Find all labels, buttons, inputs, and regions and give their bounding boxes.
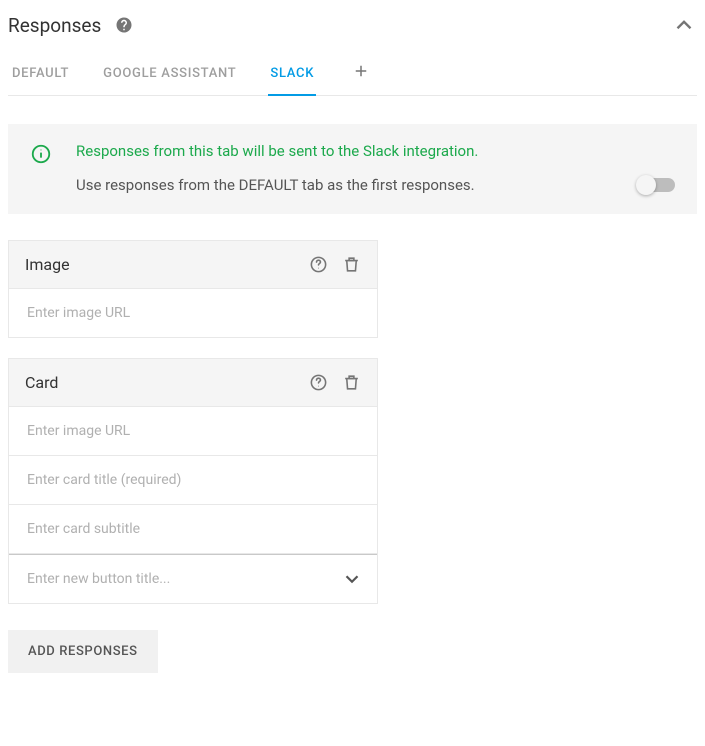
chevron-down-icon[interactable]: [341, 568, 363, 590]
header-left: Responses: [8, 14, 133, 37]
card-image-url-input[interactable]: [9, 407, 377, 455]
input-row: [9, 554, 377, 603]
info-row-secondary: Use responses from the DEFAULT tab as th…: [76, 176, 675, 194]
card-title-input[interactable]: [9, 456, 377, 504]
add-tab-button[interactable]: [346, 56, 376, 95]
tab-default[interactable]: DEFAULT: [10, 56, 71, 95]
input-row: [9, 456, 377, 505]
card-header: Card: [9, 359, 377, 407]
tabs-bar: DEFAULT GOOGLE ASSISTANT SLACK: [8, 50, 697, 96]
info-text-secondary: Use responses from the DEFAULT tab as th…: [76, 176, 475, 194]
image-url-input[interactable]: [9, 289, 377, 337]
input-row: [9, 289, 377, 337]
help-icon[interactable]: [309, 373, 328, 392]
input-row: [9, 505, 377, 554]
card-title: Card: [25, 373, 58, 392]
input-row: [9, 407, 377, 456]
card-button-title-input[interactable]: [9, 555, 341, 603]
info-icon: [30, 143, 52, 169]
tab-slack[interactable]: SLACK: [268, 56, 316, 95]
section-header: Responses: [8, 10, 697, 50]
info-text-primary: Responses from this tab will be sent to …: [76, 142, 675, 160]
response-block-card: Card: [8, 358, 378, 604]
card-title: Image: [25, 255, 70, 274]
card-subtitle-input[interactable]: [9, 505, 377, 553]
info-content: Responses from this tab will be sent to …: [76, 142, 675, 194]
delete-icon[interactable]: [342, 255, 361, 274]
toggle-knob: [636, 175, 656, 195]
info-box: Responses from this tab will be sent to …: [8, 124, 697, 214]
card-header: Image: [9, 241, 377, 289]
default-responses-toggle[interactable]: [639, 178, 675, 192]
delete-icon[interactable]: [342, 373, 361, 392]
add-responses-button[interactable]: ADD RESPONSES: [8, 630, 158, 673]
help-icon[interactable]: [309, 255, 328, 274]
section-title: Responses: [8, 14, 101, 37]
help-icon[interactable]: [115, 16, 133, 34]
collapse-icon[interactable]: [671, 12, 697, 38]
tab-google-assistant[interactable]: GOOGLE ASSISTANT: [101, 56, 238, 95]
card-actions: [309, 255, 361, 274]
response-block-image: Image: [8, 240, 378, 338]
card-actions: [309, 373, 361, 392]
